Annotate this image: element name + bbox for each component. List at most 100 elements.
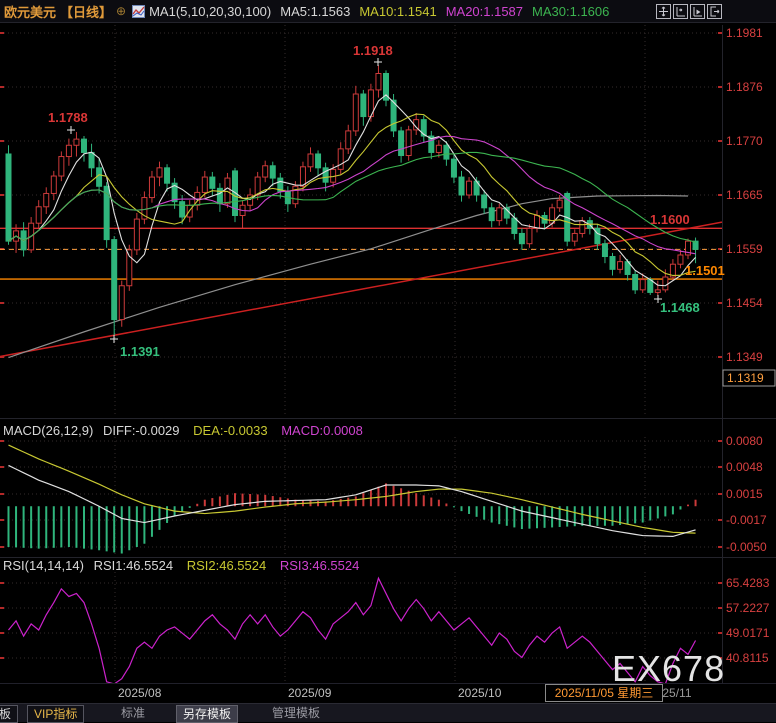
candle-body	[361, 94, 366, 117]
rsi3-value: RSI3:46.5524	[280, 558, 360, 573]
candle-body	[512, 218, 517, 233]
candle-body	[89, 152, 94, 167]
y-axis-label: 0.0048	[726, 460, 763, 474]
candle-body	[112, 240, 117, 320]
ma-settings-label[interactable]: MA1(5,10,20,30,100)	[149, 4, 271, 19]
candle-body	[602, 244, 607, 257]
tab-manage-template[interactable]: 管理模板	[266, 705, 326, 721]
macd-hist-value: MACD:0.0008	[281, 423, 363, 438]
y-axis-label: -0.0050	[726, 540, 767, 554]
axis-scale-left-icon[interactable]	[673, 4, 688, 19]
rsi1-value: RSI1:46.5524	[94, 558, 174, 573]
tab-vip-indicators[interactable]: VIP指标	[27, 705, 84, 723]
candle-body	[580, 221, 585, 234]
candle-body	[572, 233, 577, 241]
candle-body	[66, 145, 71, 156]
candle-body	[36, 207, 41, 223]
y-axis-label: 1.1454	[726, 296, 763, 310]
y-axis-label: 1.1876	[726, 80, 763, 94]
candle-body	[399, 131, 404, 156]
candle-body	[82, 139, 87, 152]
candle-body	[308, 154, 313, 167]
candle-body	[467, 181, 472, 195]
tab-template-cut[interactable]: 板	[0, 705, 18, 723]
candle-body	[693, 241, 698, 249]
mini-chart-icon[interactable]	[132, 5, 145, 18]
candle-body	[482, 195, 487, 208]
diff-line	[9, 465, 696, 536]
candle-body	[421, 120, 426, 136]
macd-diff-value: DIFF:-0.0029	[103, 423, 180, 438]
y-axis-label: 65.4283	[726, 576, 770, 590]
ma5-value: MA5:1.1563	[280, 4, 350, 19]
y-axis-label: 40.8115	[726, 651, 769, 665]
candle-body	[97, 168, 102, 186]
candle-body	[557, 200, 562, 208]
y-axis-label: 1.1665	[726, 188, 763, 202]
y-axis-label: 1.1559	[726, 242, 763, 256]
candle-body	[323, 168, 328, 182]
y-axis-label: 0.0080	[726, 434, 763, 448]
tab-save-template[interactable]: 另存模板	[176, 705, 238, 723]
candle-body	[270, 166, 275, 178]
y-axis-label: 1.1349	[726, 350, 763, 364]
rsi-name[interactable]: RSI(14,14,14)	[3, 558, 84, 573]
candle-body	[451, 159, 456, 177]
candle-body	[134, 219, 139, 250]
candle-body	[6, 154, 11, 241]
axis-scale-right-icon[interactable]	[690, 4, 705, 19]
candle-body	[217, 188, 222, 203]
chart-stage: 1.1981 1.1876 1.1770 1.1665 1.1559 1.1454 1.13…	[0, 0, 776, 708]
candle-body	[119, 286, 124, 320]
candle-body	[535, 216, 540, 229]
y-axis-label: 0.0015	[726, 487, 763, 501]
candle-body	[59, 157, 64, 176]
price-annotation: 1.1600	[650, 212, 690, 227]
candle-body	[663, 277, 668, 290]
candle-body	[497, 208, 502, 221]
candle-body	[300, 167, 305, 186]
candle-body	[51, 176, 56, 193]
price-annotation: 1.1501	[685, 263, 725, 278]
period-label[interactable]: 【日线】	[60, 2, 112, 21]
rsi-line	[9, 578, 696, 684]
candle-body	[202, 177, 207, 192]
x-label-oct: 2025/10	[458, 686, 501, 700]
candle-body	[459, 177, 464, 195]
watermark: EX678	[612, 648, 725, 690]
ma20-value: MA20:1.1587	[446, 4, 523, 19]
macd-name[interactable]: MACD(26,12,9)	[3, 423, 93, 438]
price-chart-svg[interactable]: 1.1981 1.1876 1.1770 1.1665 1.1559 1.1454 1.13…	[0, 0, 776, 703]
add-icon[interactable]: ⊕	[116, 4, 126, 18]
candle-body	[44, 193, 49, 206]
candle-body	[338, 149, 343, 170]
header-toolbar	[656, 4, 722, 19]
candle-body	[406, 130, 411, 156]
exit-icon[interactable]	[707, 4, 722, 19]
move-icon[interactable]	[656, 4, 671, 19]
candle-body	[489, 208, 494, 221]
candle-body	[180, 202, 185, 217]
y-axis-label: 49.0171	[726, 626, 770, 640]
candle-body	[640, 280, 645, 290]
template-tab-bar: 板 VIP指标 标准 另存模板 管理模板	[0, 703, 776, 722]
rsi-header: RSI(14,14,14) RSI1:46.5524 RSI2:46.5524 …	[3, 558, 359, 573]
y-axis-label: 1.1770	[726, 134, 763, 148]
candle-body	[157, 168, 162, 177]
boxed-price-text: 1.1319	[727, 371, 764, 385]
y-axis-label: 57.2227	[726, 601, 770, 615]
ma30-value: MA30:1.1606	[532, 4, 609, 19]
price-annotation: 1.1918	[353, 43, 393, 58]
x-label-aug: 2025/08	[118, 686, 161, 700]
candle-body	[149, 177, 154, 198]
y-axis-label: 1.1981	[726, 26, 763, 40]
candle-body	[610, 257, 615, 270]
candle-body	[74, 139, 79, 145]
tab-standard[interactable]: 标准	[115, 705, 151, 721]
candle-body	[678, 255, 683, 264]
x-label-sep: 2025/09	[288, 686, 331, 700]
ma100-line	[9, 196, 689, 358]
ma10-value: MA10:1.1541	[359, 4, 436, 19]
macd-header: MACD(26,12,9) DIFF:-0.0029 DEA:-0.0033 M…	[3, 423, 363, 438]
candle-body	[346, 131, 351, 149]
